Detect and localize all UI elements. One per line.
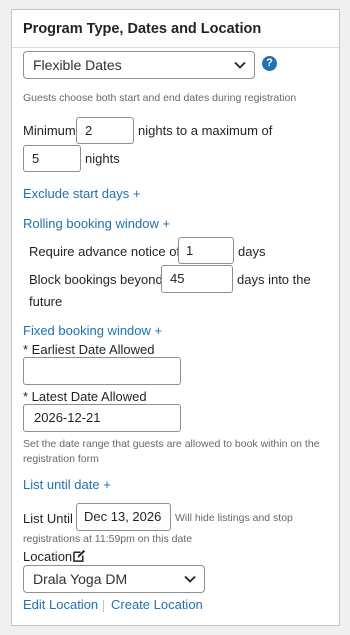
edit-location-link[interactable]: Edit Location xyxy=(23,596,98,614)
block-bookings-suffix-line2: future xyxy=(29,294,63,309)
location-label: Location xyxy=(23,549,73,564)
minimum-nights-input[interactable]: 2 xyxy=(76,117,134,144)
link-separator xyxy=(103,600,104,612)
panel-title: Program Type, Dates and Location xyxy=(12,10,339,48)
minimum-nights-label: Minimum xyxy=(23,123,76,138)
list-until-hint-line1: Will hide listings and stop xyxy=(175,512,293,524)
program-type-selected: Flexible Dates xyxy=(33,57,122,73)
date-range-description-line2: registration form xyxy=(23,453,99,465)
edit-icon[interactable] xyxy=(73,549,86,562)
program-type-dates-location-panel: Program Type, Dates and Location Flexibl… xyxy=(11,9,340,626)
maximum-nights-label: nights to a maximum of xyxy=(138,123,273,138)
date-range-description-line1: Set the date range that guests are allow… xyxy=(23,438,320,450)
list-until-date-toggle[interactable]: List until date + xyxy=(23,476,111,494)
advance-notice-input[interactable]: 1 xyxy=(178,237,234,264)
block-bookings-suffix-line1: days into the xyxy=(237,272,311,287)
list-until-hint-line2: registrations at 11:59pm on this date xyxy=(23,533,193,545)
maximum-nights-input[interactable]: 5 xyxy=(23,145,81,172)
list-until-label: List Until xyxy=(23,511,73,526)
nights-suffix-label: nights xyxy=(85,151,120,166)
block-bookings-label: Block bookings beyond xyxy=(29,272,163,287)
create-location-link[interactable]: Create Location xyxy=(111,596,203,614)
earliest-date-input[interactable] xyxy=(23,357,181,385)
block-bookings-input[interactable]: 45 xyxy=(161,265,233,293)
program-type-select[interactable]: Flexible Dates xyxy=(23,51,255,79)
help-icon[interactable]: ? xyxy=(262,56,277,71)
location-select[interactable]: Drala Yoga DM xyxy=(23,565,205,593)
location-selected: Drala Yoga DM xyxy=(33,571,128,587)
program-type-description: Guests choose both start and end dates d… xyxy=(23,92,297,104)
exclude-start-days-toggle[interactable]: Exclude start days + xyxy=(23,185,140,203)
chevron-down-icon xyxy=(184,575,196,583)
latest-date-input[interactable]: 2026-12-21 xyxy=(23,404,181,432)
rolling-booking-window-toggle[interactable]: Rolling booking window + xyxy=(23,215,170,233)
advance-notice-suffix: days xyxy=(238,244,266,259)
advance-notice-label: Require advance notice of xyxy=(29,244,181,259)
chevron-down-icon xyxy=(234,61,246,69)
list-until-input[interactable]: Dec 13, 2026 xyxy=(76,503,171,531)
fixed-booking-window-toggle[interactable]: Fixed booking window + xyxy=(23,322,162,340)
